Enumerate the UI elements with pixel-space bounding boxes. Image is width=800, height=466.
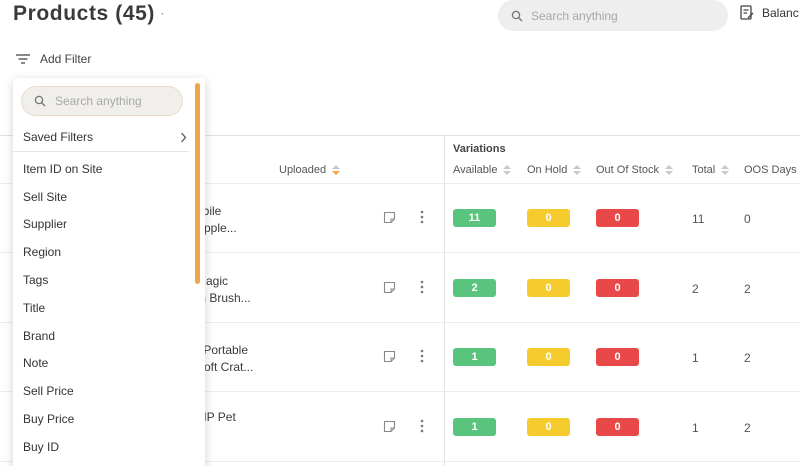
column-header-total[interactable]: Total (692, 164, 730, 176)
product-name-line1: r Portable (196, 343, 249, 357)
filter-icon (16, 54, 30, 64)
more-options-icon[interactable] (420, 280, 424, 294)
more-options-icon[interactable] (420, 419, 424, 433)
sort-icon (721, 165, 730, 175)
variations-header: Variations (453, 143, 506, 155)
column-header-oos-days[interactable]: OOS Days (744, 164, 797, 176)
total-cell: 11 (692, 212, 705, 226)
on-hold-badge: 0 (527, 279, 570, 297)
filter-option[interactable]: Sell Price (13, 377, 189, 405)
sort-icon (573, 165, 582, 175)
add-filter-label: Add Filter (40, 52, 92, 66)
sort-icon (332, 165, 341, 175)
column-header-label: OOS Days (744, 164, 797, 176)
oos-days-cell: 0 (744, 212, 751, 226)
filter-option[interactable]: Tags (13, 266, 189, 294)
product-name-line2: Soft Crat... (196, 360, 254, 374)
column-header-label: Available (453, 164, 498, 176)
document-edit-icon (740, 5, 754, 20)
filter-dropdown[interactable]: Saved Filters Item ID on SiteSell SiteSu… (13, 78, 205, 466)
on-hold-badge: 0 (527, 348, 570, 366)
filter-options-list: Item ID on Site Sell Site Supplier Region Ta… (13, 155, 189, 461)
more-options-icon[interactable] (420, 349, 424, 363)
saved-filters-label: Saved Filters (23, 129, 94, 144)
column-header-label: Out Of Stock (596, 164, 659, 176)
global-search-input[interactable] (531, 8, 711, 23)
out-of-stock-badge: 0 (596, 418, 639, 436)
product-name-line1: Magic (196, 274, 229, 288)
note-icon[interactable] (383, 281, 396, 294)
product-name-line2: Apple... (196, 221, 237, 235)
title-dot: · (161, 8, 165, 20)
available-badge: 2 (453, 279, 496, 297)
note-icon[interactable] (383, 211, 396, 224)
chevron-right-icon (181, 132, 187, 143)
out-of-stock-badge: 0 (596, 279, 639, 297)
out-of-stock-badge: 0 (596, 209, 639, 227)
filter-option[interactable]: Buy ID (13, 433, 189, 461)
filter-option[interactable]: Sell Site (13, 183, 189, 211)
available-badge: 1 (453, 418, 496, 436)
filter-search[interactable] (21, 86, 183, 116)
note-icon[interactable] (383, 350, 396, 363)
oos-days-cell: 2 (744, 351, 751, 365)
filter-option[interactable]: Brand (13, 322, 189, 350)
available-badge: 11 (453, 209, 496, 227)
column-header-label: On Hold (527, 164, 568, 176)
sort-icon (664, 165, 673, 175)
filter-option[interactable]: Buy Price (13, 405, 189, 433)
search-icon (511, 10, 523, 21)
on-hold-badge: 0 (527, 209, 570, 227)
column-header-label: Uploaded (279, 164, 327, 176)
balance-button[interactable]: Balanc (740, 5, 799, 21)
column-header-on-hold[interactable]: On Hold (527, 164, 582, 176)
global-search[interactable] (498, 0, 728, 31)
oos-days-cell: 2 (744, 421, 751, 435)
add-filter-button[interactable]: Add Filter (16, 52, 91, 66)
more-options-icon[interactable] (420, 210, 424, 224)
search-icon (34, 95, 46, 107)
page-title-text: Products (45) (13, 2, 155, 25)
product-name[interactable]: obile Apple... (196, 203, 366, 237)
filter-option[interactable]: Item ID on Site (13, 155, 189, 183)
oos-days-cell: 2 (744, 282, 751, 296)
out-of-stock-badge: 0 (596, 348, 639, 366)
column-header-label: Total (692, 164, 716, 176)
total-cell: 2 (692, 282, 699, 296)
filter-option[interactable]: Title (13, 294, 189, 322)
column-header-out-of-stock[interactable]: Out Of Stock (596, 164, 673, 176)
product-name[interactable]: r Portable Soft Crat... (196, 342, 366, 376)
column-header-available[interactable]: Available (453, 164, 512, 176)
product-name-line1: obile (196, 204, 222, 218)
dropdown-scrollbar[interactable] (195, 83, 200, 284)
page-title: Products (45) · (13, 2, 165, 26)
available-badge: 1 (453, 348, 496, 366)
filter-option[interactable]: Note (13, 350, 189, 378)
column-header-uploaded[interactable]: Uploaded (279, 164, 341, 176)
filter-option[interactable]: Supplier (13, 211, 189, 239)
on-hold-badge: 0 (527, 418, 570, 436)
filter-search-input[interactable] (55, 94, 175, 108)
filter-option[interactable]: Region (13, 238, 189, 266)
product-name-line2: m Brush... (196, 291, 251, 305)
note-icon[interactable] (383, 420, 396, 433)
product-name[interactable]: Magic m Brush... (196, 273, 366, 307)
product-name-line1: ZIP Pet (196, 410, 236, 424)
total-cell: 1 (692, 421, 699, 435)
saved-filters-item[interactable]: Saved Filters (13, 122, 189, 152)
balance-label: Balanc (762, 6, 799, 20)
total-cell: 1 (692, 351, 699, 365)
product-name[interactable]: ZIP Pet (196, 409, 366, 426)
sort-icon (503, 165, 512, 175)
